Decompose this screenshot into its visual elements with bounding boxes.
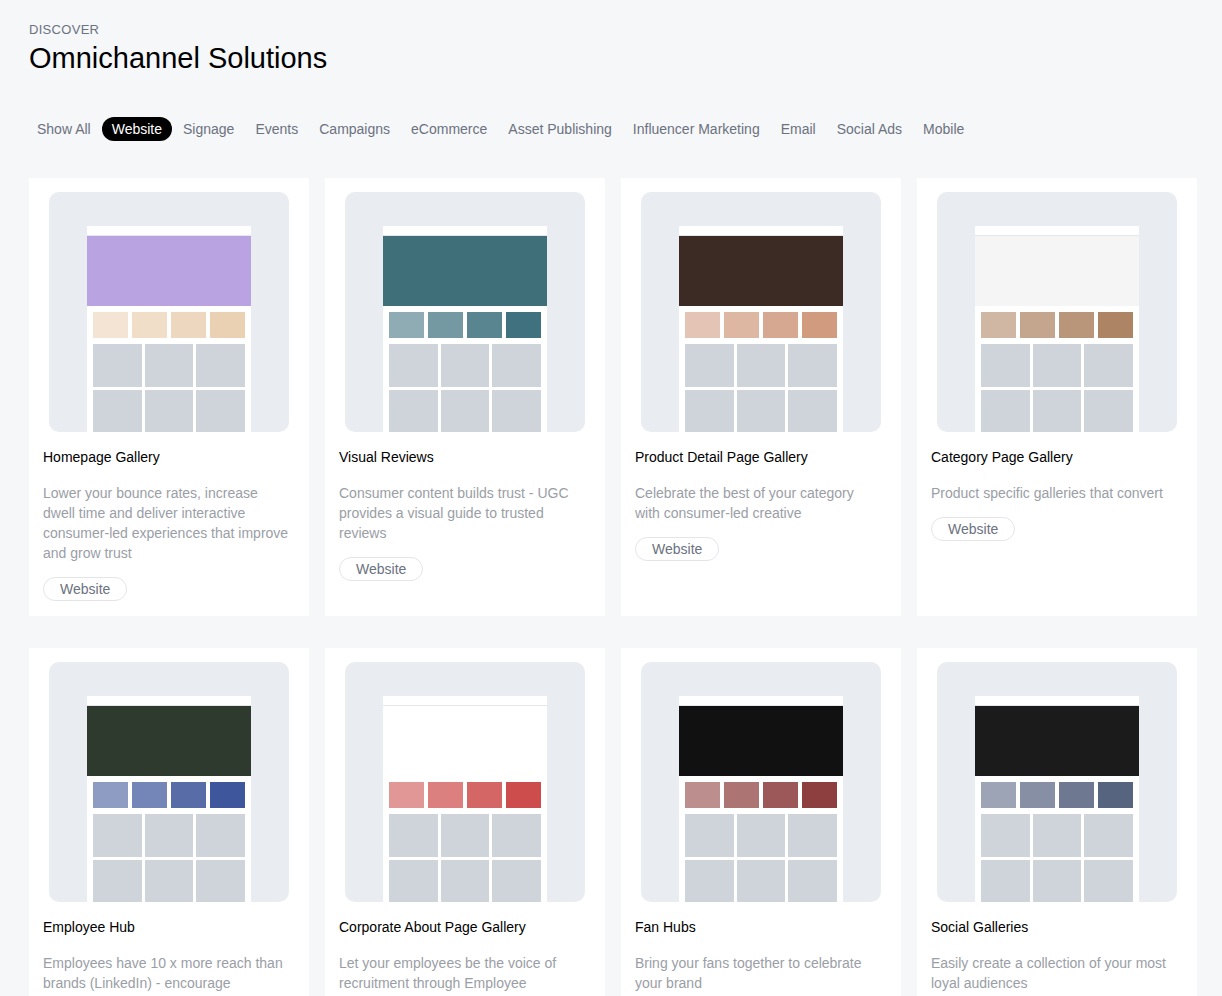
tag-list: Website: [635, 537, 887, 561]
thumbnail: [937, 192, 1177, 432]
tab-label: Campaigns: [319, 121, 390, 137]
eyebrow: DISCOVER: [29, 22, 1193, 38]
card-description: Let your employees be the voice of recru…: [339, 953, 585, 996]
solution-card[interactable]: Social Galleries Easily create a collecti…: [917, 648, 1197, 996]
tab-label: Show All: [37, 121, 91, 137]
card-title: Homepage Gallery: [43, 448, 295, 466]
preview-hero: [383, 236, 547, 306]
filter-tab[interactable]: Website: [102, 117, 172, 141]
thumbnail: [49, 662, 289, 902]
solution-card[interactable]: Employee Hub Employees have 10 x more rea…: [29, 648, 309, 996]
filter-tab[interactable]: Influencer Marketing: [633, 120, 760, 138]
solution-card[interactable]: Product Detail Page Gallery Celebrate the…: [621, 178, 901, 616]
preview-hero: [383, 706, 547, 776]
tab-label: Social Ads: [837, 121, 902, 137]
tab-label: Asset Publishing: [508, 121, 612, 137]
tag-list: Website: [43, 577, 295, 601]
filter-tab[interactable]: Social Ads: [837, 120, 902, 138]
tab-label: Email: [781, 121, 816, 137]
preview-hero: [975, 236, 1139, 306]
filter-tab[interactable]: Show All: [37, 120, 91, 138]
solution-card[interactable]: Fan Hubs Bring your fans together to cele…: [621, 648, 901, 996]
page-preview: [975, 696, 1139, 902]
page-preview: [383, 226, 547, 432]
preview-hero: [975, 706, 1139, 776]
filter-tabs: Show All Website Signage Events Campaigns eCo…: [29, 116, 1193, 142]
page-preview: [679, 696, 843, 902]
page-preview: [975, 226, 1139, 432]
card-description: Consumer content builds trust - UGC prov…: [339, 483, 585, 543]
page-preview: [679, 226, 843, 432]
card-title: Corporate About Page Gallery: [339, 918, 591, 936]
tag-list: Website: [339, 557, 591, 581]
page-preview: [383, 696, 547, 902]
tag[interactable]: Website: [43, 577, 127, 601]
card-title: Product Detail Page Gallery: [635, 448, 887, 466]
card-description: Lower your bounce rates, increase dwell …: [43, 483, 289, 563]
card-description: Celebrate the best of your category with…: [635, 483, 881, 523]
filter-tab[interactable]: Campaigns: [319, 120, 390, 138]
tag-list: Website: [931, 517, 1183, 541]
filter-tab[interactable]: Events: [255, 120, 298, 138]
card-title: Social Galleries: [931, 918, 1183, 936]
card-description: Employees have 10 x more reach than bran…: [43, 953, 289, 996]
preview-hero: [87, 706, 251, 776]
tag[interactable]: Website: [635, 537, 719, 561]
tab-label: eCommerce: [411, 121, 487, 137]
tab-label: Website: [112, 121, 162, 137]
card-title: Category Page Gallery: [931, 448, 1183, 466]
solution-card[interactable]: Category Page Gallery Product specific ga…: [917, 178, 1197, 616]
tab-label: Events: [255, 121, 298, 137]
thumbnail: [641, 662, 881, 902]
card-description: Bring your fans together to celebrate yo…: [635, 953, 881, 993]
filter-tab[interactable]: Asset Publishing: [508, 120, 612, 138]
solution-card[interactable]: Homepage Gallery Lower your bounce rates,…: [29, 178, 309, 616]
tab-label: Influencer Marketing: [633, 121, 760, 137]
tab-label: Signage: [183, 121, 234, 137]
solution-card[interactable]: Corporate About Page Gallery Let your emp…: [325, 648, 605, 996]
card-description: Product specific galleries that convert: [931, 483, 1177, 503]
page-title: Omnichannel Solutions: [29, 40, 1193, 76]
filter-tab[interactable]: Mobile: [923, 120, 964, 138]
filter-tab[interactable]: eCommerce: [411, 120, 487, 138]
card-title: Fan Hubs: [635, 918, 887, 936]
page-preview: [87, 226, 251, 432]
card-title: Employee Hub: [43, 918, 295, 936]
preview-hero: [679, 236, 843, 306]
filter-tab[interactable]: Signage: [183, 120, 234, 138]
thumbnail: [937, 662, 1177, 902]
tab-label: Mobile: [923, 121, 964, 137]
tag[interactable]: Website: [339, 557, 423, 581]
preview-hero: [679, 706, 843, 776]
preview-hero: [87, 236, 251, 306]
thumbnail: [345, 192, 585, 432]
tag[interactable]: Website: [931, 517, 1015, 541]
solution-grid: Homepage Gallery Lower your bounce rates,…: [29, 178, 1193, 996]
solution-card[interactable]: Visual Reviews Consumer content builds tr…: [325, 178, 605, 616]
card-description: Easily create a collection of your most …: [931, 953, 1177, 993]
thumbnail: [641, 192, 881, 432]
card-title: Visual Reviews: [339, 448, 591, 466]
page-preview: [87, 696, 251, 902]
thumbnail: [49, 192, 289, 432]
filter-tab[interactable]: Email: [781, 120, 816, 138]
thumbnail: [345, 662, 585, 902]
